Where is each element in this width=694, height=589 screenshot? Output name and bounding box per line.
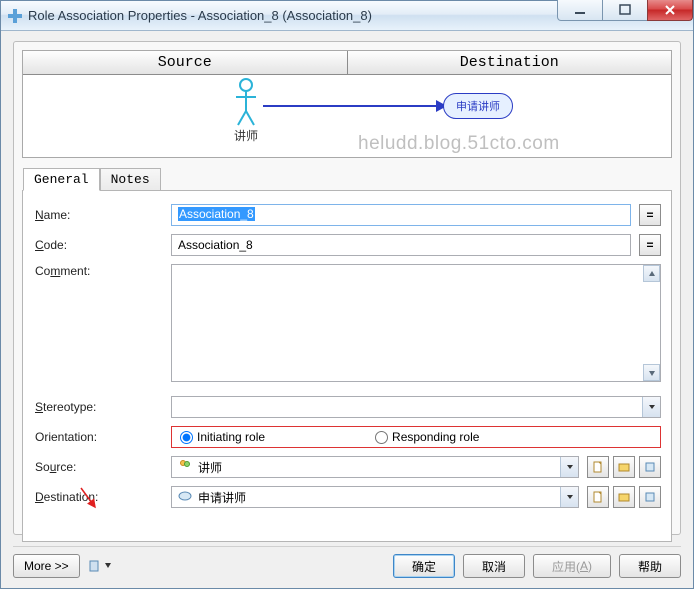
stereotype-combo[interactable] [171, 396, 661, 418]
title-bar: Role Association Properties - Associatio… [1, 1, 693, 31]
actor-small-icon [178, 459, 192, 476]
destination-browse-button[interactable] [613, 486, 635, 508]
app-icon [7, 8, 23, 24]
ok-button[interactable]: 确定 [393, 554, 455, 578]
destination-header-button[interactable]: Destination [348, 51, 672, 75]
dropdown-icon[interactable] [642, 397, 660, 417]
cancel-button[interactable]: 取消 [463, 554, 525, 578]
radio-responding[interactable] [375, 431, 388, 444]
window-title: Role Association Properties - Associatio… [28, 8, 372, 23]
menu-dropdown-button[interactable] [86, 554, 114, 578]
scroll-up-icon[interactable] [643, 265, 660, 282]
close-button[interactable] [647, 0, 693, 21]
name-sync-button[interactable]: = [639, 204, 661, 226]
maximize-button[interactable] [602, 0, 648, 21]
source-label: Source: [33, 460, 171, 474]
orientation-initiating-label: Initiating role [197, 430, 265, 444]
more-button[interactable]: More >> [13, 554, 80, 578]
code-input[interactable] [171, 234, 631, 256]
orientation-responding-radio[interactable]: Responding role [375, 430, 479, 444]
source-combo[interactable]: 讲师 [171, 456, 579, 478]
more-label: More >> [24, 559, 69, 573]
destination-new-button[interactable] [587, 486, 609, 508]
usecase-small-icon [178, 489, 192, 506]
minimize-button[interactable] [557, 0, 603, 21]
destination-value: 申请讲师 [198, 489, 246, 506]
annotation-arrow-icon [77, 485, 107, 515]
comment-textarea[interactable] [171, 264, 661, 382]
comment-label: Comment: [33, 264, 171, 278]
orientation-label: Orientation: [33, 430, 171, 444]
diagram-panel: Source Destination 讲师 申请讲师 he [22, 50, 672, 158]
help-button[interactable]: 帮助 [619, 554, 681, 578]
destination-combo[interactable]: 申请讲师 [171, 486, 579, 508]
scroll-down-icon[interactable] [643, 364, 660, 381]
source-new-button[interactable] [587, 456, 609, 478]
tab-general[interactable]: General [23, 168, 100, 191]
actor-label: 讲师 [228, 127, 264, 144]
destination-props-button[interactable] [639, 486, 661, 508]
name-input[interactable]: Association_8 [171, 204, 631, 226]
association-arrow-line [263, 105, 438, 107]
orientation-group: Initiating role Responding role [171, 426, 661, 448]
actor-icon: 讲师 [228, 77, 264, 144]
radio-initiating[interactable] [180, 431, 193, 444]
source-value: 讲师 [198, 459, 222, 476]
dropdown-icon[interactable] [560, 457, 578, 477]
code-label: Code: [33, 238, 171, 252]
tab-notes[interactable]: Notes [100, 168, 161, 191]
name-label: Name: [33, 208, 171, 222]
source-browse-button[interactable] [613, 456, 635, 478]
watermark-text: heludd.blog.51cto.com [358, 133, 560, 155]
stereotype-label: Stereotype: [33, 400, 171, 414]
dropdown-icon[interactable] [560, 487, 578, 507]
source-header-button[interactable]: Source [23, 51, 348, 75]
code-sync-button[interactable]: = [639, 234, 661, 256]
usecase-node: 申请讲师 [443, 93, 513, 119]
source-props-button[interactable] [639, 456, 661, 478]
apply-button[interactable]: 应用(A) [533, 554, 611, 578]
orientation-initiating-radio[interactable]: Initiating role [180, 430, 265, 444]
orientation-responding-label: Responding role [392, 430, 479, 444]
